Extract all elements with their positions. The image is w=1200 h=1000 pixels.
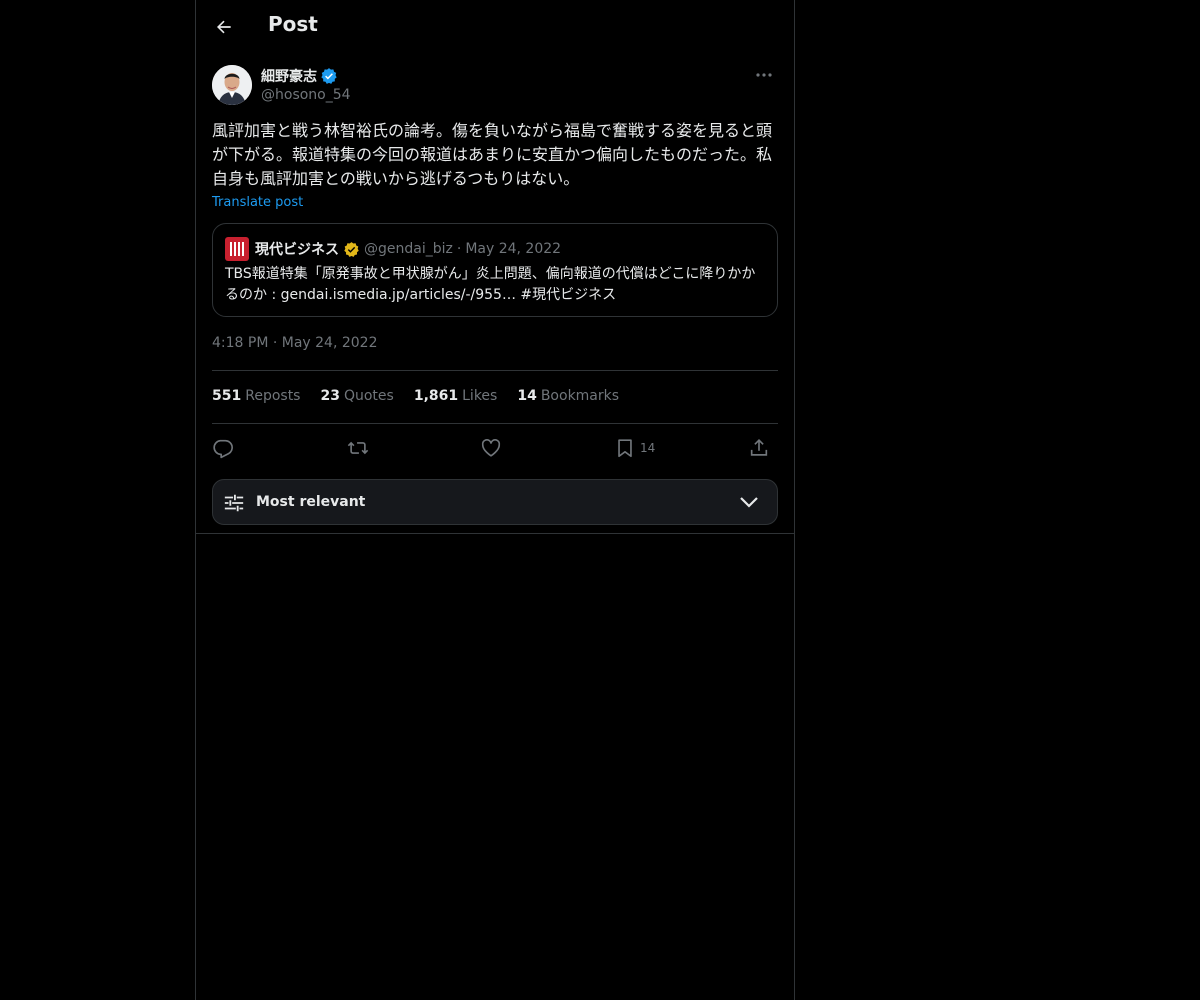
divider: [212, 423, 778, 424]
verified-badge-icon: [321, 68, 337, 84]
avatar[interactable]: [212, 65, 252, 105]
post-text: 風評加害と戦う林智裕氏の論考。傷を負いながら福島で奮戦する姿を見ると頭が下がる。…: [212, 121, 773, 188]
translate-post-link[interactable]: Translate post: [212, 195, 303, 210]
divider: [212, 370, 778, 371]
post-timestamp[interactable]: 4:18 PM · May 24, 2022: [212, 335, 378, 351]
bookmarks-label: Bookmarks: [540, 388, 620, 404]
reply-button[interactable]: [212, 435, 234, 461]
repost-button[interactable]: [346, 435, 370, 461]
bookmark-count: 14: [640, 441, 656, 455]
heart-icon: [481, 439, 501, 457]
quoted-post-header: 現代ビジネス @gendai_biz · May 24, 2022: [225, 237, 561, 261]
meta-separator: ·: [456, 241, 462, 257]
quoted-account-name: 現代ビジネス: [255, 242, 339, 258]
author-name-row: 細野豪志: [261, 66, 338, 86]
more-options-button[interactable]: [750, 64, 778, 86]
likes-label: Likes: [462, 388, 498, 404]
share-icon: [750, 439, 768, 456]
reposts-label: Reposts: [245, 388, 301, 404]
likes-stat[interactable]: 1,861 Likes: [414, 388, 498, 404]
chevron-down-icon: [740, 497, 758, 508]
arrow-left-icon: [217, 20, 231, 34]
reposts-count: 551: [212, 388, 242, 404]
bookmark-icon: [618, 439, 632, 458]
reply-sort-dropdown[interactable]: Most relevant: [212, 479, 778, 525]
post-actions-bar: 14: [212, 435, 778, 461]
quotes-count: 23: [320, 388, 340, 404]
bookmarks-count: 14: [517, 388, 537, 404]
quoted-post-card[interactable]: 現代ビジネス @gendai_biz · May 24, 2022 TBS報道特…: [212, 223, 778, 317]
quotes-stat[interactable]: 23 Quotes: [320, 388, 393, 404]
section-bottom-border: [196, 533, 794, 534]
like-button[interactable]: [480, 435, 502, 461]
bookmark-button[interactable]: 14: [614, 435, 655, 461]
quoted-account-handle: @gendai_biz: [364, 241, 453, 257]
quoted-post-date: May 24, 2022: [465, 241, 562, 257]
page-title: Post: [268, 12, 318, 36]
quoted-post-text: TBS報道特集「原発事故と甲状腺がん」炎上問題、偏向報道の代償はどこに降りかかる…: [225, 266, 756, 303]
quotes-label: Quotes: [343, 388, 394, 404]
sliders-icon: [224, 494, 244, 512]
more-dots-icon: [756, 73, 772, 77]
repost-icon: [347, 441, 369, 455]
likes-count: 1,861: [413, 388, 459, 404]
post-header: Post: [196, 0, 794, 54]
main-column: Post 細野豪志 @hosono_54 風評加害と戦う林智裕氏の論考。傷を負い…: [195, 0, 795, 1000]
sort-label: Most relevant: [256, 494, 366, 510]
share-button[interactable]: [748, 435, 770, 461]
bookmarks-stat[interactable]: 14 Bookmarks: [517, 388, 619, 404]
post-author: 細野豪志 @hosono_54: [212, 64, 778, 108]
author-name[interactable]: 細野豪志: [261, 66, 317, 86]
post-stats: 551 Reposts 23 Quotes 1,861 Likes 14 Bookmar…: [212, 388, 619, 404]
reposts-stat[interactable]: 551 Reposts: [212, 388, 300, 404]
back-button[interactable]: [206, 9, 242, 45]
author-handle[interactable]: @hosono_54: [261, 87, 351, 103]
verified-gold-badge-icon: [344, 241, 359, 257]
reply-icon: [213, 439, 233, 459]
quoted-account-logo: [225, 237, 249, 261]
